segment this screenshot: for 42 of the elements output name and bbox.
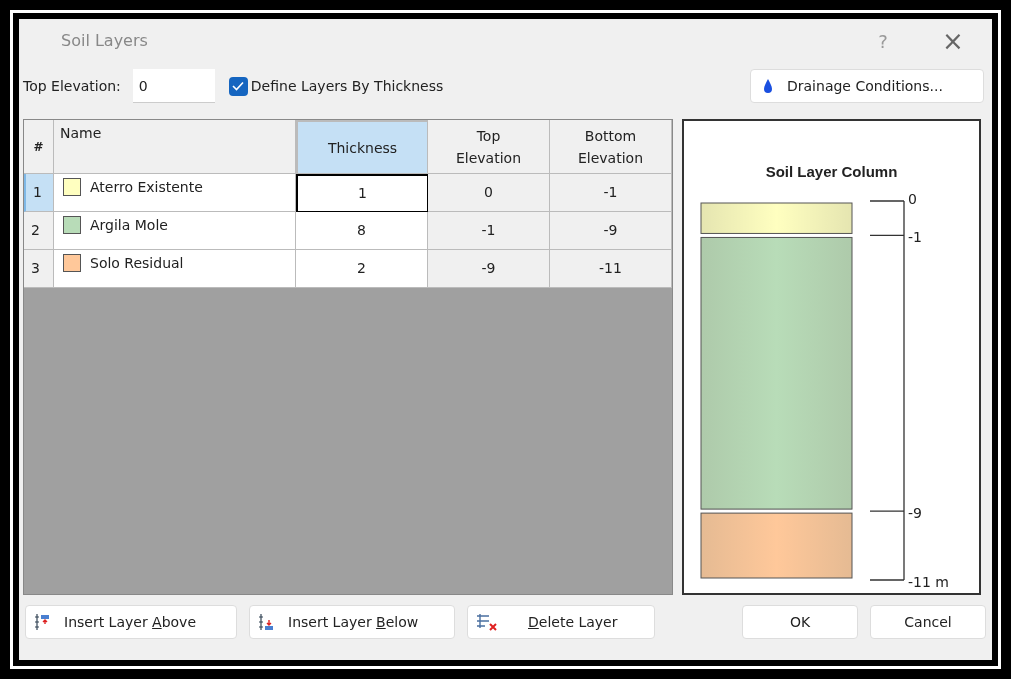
top-elevation-label: Top Elevation: bbox=[23, 76, 121, 96]
table-cell: -11 bbox=[550, 250, 672, 288]
checkbox-label[interactable]: Define Layers By Thickness bbox=[250, 75, 444, 97]
column-header[interactable]: # bbox=[24, 120, 54, 174]
toolbar-button[interactable]: Delete Layer bbox=[467, 605, 655, 639]
layer-name: Solo Residual bbox=[90, 254, 184, 273]
toolbar-button[interactable]: Insert Layer Below bbox=[249, 605, 455, 639]
axis-tick-label: -11 m bbox=[908, 574, 949, 590]
table-cell: -9 bbox=[550, 212, 672, 250]
row-header[interactable]: 2 bbox=[24, 212, 54, 250]
table-cell: 0 bbox=[428, 174, 550, 212]
column-header[interactable]: Bottom Elevation bbox=[550, 120, 672, 174]
insert-above-icon bbox=[34, 612, 50, 632]
top-elevation-field[interactable]: 0 bbox=[132, 69, 215, 103]
checkmark-icon bbox=[232, 81, 245, 91]
table-cell: 2 bbox=[296, 250, 428, 288]
axis-tick-label: 0 bbox=[908, 191, 917, 207]
table-cell: -9 bbox=[428, 250, 550, 288]
column-header[interactable]: Name bbox=[54, 120, 296, 174]
window-title: Soil Layers bbox=[61, 30, 149, 52]
toolbar-button[interactable]: Insert Layer Above bbox=[25, 605, 237, 639]
delete-rows-icon bbox=[476, 612, 500, 632]
checkbox[interactable] bbox=[228, 76, 248, 96]
insert-below-icon bbox=[258, 612, 274, 632]
table-cell: -1 bbox=[550, 174, 672, 212]
layer-name: Aterro Existente bbox=[90, 178, 203, 197]
column-header[interactable]: Top Elevation bbox=[428, 120, 550, 174]
table-cell: 8 bbox=[296, 212, 428, 250]
ok-button[interactable]: OK bbox=[742, 605, 858, 639]
axis-tick-label: -1 bbox=[908, 229, 922, 246]
close-button[interactable]: × bbox=[938, 28, 968, 54]
column-header[interactable]: Thickness bbox=[296, 120, 428, 174]
axis-tick-label: -9 bbox=[908, 505, 922, 522]
water-drop-icon bbox=[763, 78, 773, 94]
layer-name: Argila Mole bbox=[90, 216, 168, 235]
row-header[interactable]: 3 bbox=[24, 250, 54, 288]
table-cell: 1 bbox=[296, 174, 428, 212]
chart-title: Soil Layer Column bbox=[764, 162, 899, 182]
table-cell: -1 bbox=[428, 212, 550, 250]
cancel-button[interactable]: Cancel bbox=[870, 605, 986, 639]
drainage-conditions-button[interactable]: Drainage Conditions... bbox=[750, 69, 984, 103]
row-header[interactable]: 1 bbox=[24, 174, 54, 212]
